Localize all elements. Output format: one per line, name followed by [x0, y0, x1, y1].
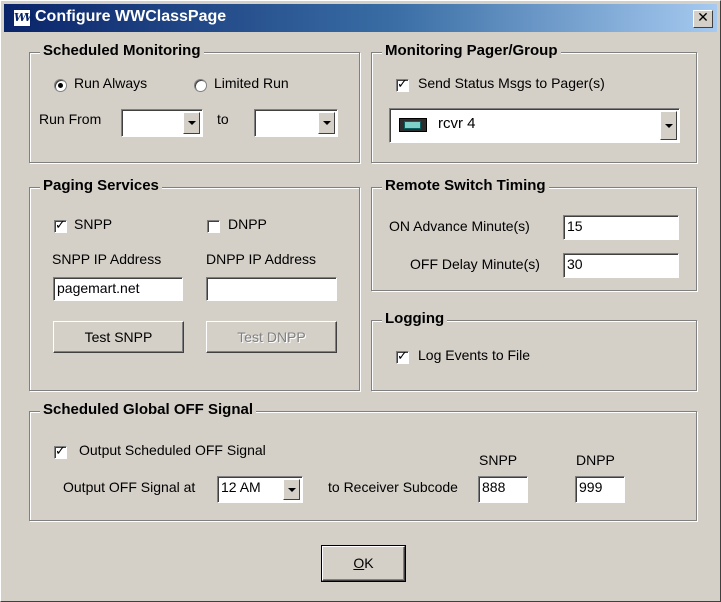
chevron-down-icon[interactable] — [183, 112, 200, 134]
pager-select[interactable]: rcvr 4 — [389, 108, 680, 143]
monitoring-pager-group: Monitoring Pager/Group Send Status Msgs … — [371, 42, 697, 163]
snpp-checkbox[interactable] — [54, 218, 67, 233]
paging-services-title: Paging Services — [40, 177, 162, 194]
logging-group: Logging Log Events to File — [371, 310, 697, 391]
close-button[interactable]: ✕ — [693, 10, 713, 28]
scheduled-monitoring-group: Scheduled Monitoring Run Always Limited … — [29, 42, 360, 163]
on-advance-label: ON Advance Minute(s) — [389, 218, 530, 234]
run-from-label: Run From — [39, 111, 102, 127]
snpp-ip-input[interactable]: pagemart.net — [53, 277, 183, 301]
dnpp-ip-label: DNPP IP Address — [206, 251, 316, 267]
title-bar[interactable]: WW Configure WWClassPage ✕ — [4, 4, 717, 32]
dnpp-checkbox[interactable] — [207, 220, 220, 233]
off-delay-label: OFF Delay Minute(s) — [410, 256, 540, 272]
pager-icon — [399, 118, 427, 132]
dnpp-subcode-header: DNPP — [576, 452, 615, 468]
chevron-down-icon[interactable] — [318, 112, 335, 134]
off-delay-input[interactable]: 30 — [563, 253, 679, 278]
run-to-select[interactable] — [254, 109, 338, 137]
monitoring-pager-title: Monitoring Pager/Group — [382, 42, 561, 59]
pager-value: rcvr 4 — [438, 115, 476, 132]
test-dnpp-button[interactable]: Test DNPP — [206, 321, 337, 353]
run-from-select[interactable] — [121, 109, 203, 137]
scheduled-monitoring-title: Scheduled Monitoring — [40, 42, 204, 59]
global-off-title: Scheduled Global OFF Signal — [40, 401, 257, 418]
chevron-down-icon[interactable] — [283, 479, 300, 500]
ok-label-rest: K — [364, 555, 374, 571]
logging-title: Logging — [382, 310, 448, 327]
window-title: Configure WWClassPage — [35, 8, 227, 25]
log-events-checkbox[interactable] — [396, 349, 409, 364]
app-icon: WW — [13, 9, 37, 27]
on-advance-input[interactable]: 15 — [563, 215, 679, 240]
send-status-label[interactable]: Send Status Msgs to Pager(s) — [418, 75, 605, 91]
to-label: to — [217, 111, 229, 127]
run-always-label[interactable]: Run Always — [74, 75, 147, 91]
to-receiver-label: to Receiver Subcode — [328, 479, 458, 495]
snpp-subcode-header: SNPP — [479, 452, 518, 468]
run-always-radio[interactable] — [54, 79, 67, 92]
limited-run-label[interactable]: Limited Run — [214, 75, 289, 91]
snpp-subcode-input[interactable]: 888 — [478, 476, 528, 503]
configure-dialog: WW Configure WWClassPage ✕ Scheduled Mon… — [0, 0, 721, 602]
dnpp-ip-input[interactable] — [206, 277, 337, 301]
remote-switch-title: Remote Switch Timing — [382, 177, 549, 194]
global-off-group: Scheduled Global OFF Signal Output Sched… — [29, 401, 697, 521]
output-at-select[interactable]: 12 AM — [217, 476, 303, 503]
dnpp-subcode-input[interactable]: 999 — [575, 476, 625, 503]
ok-button[interactable]: OK — [321, 545, 406, 582]
log-events-label[interactable]: Log Events to File — [418, 347, 530, 363]
test-snpp-button[interactable]: Test SNPP — [53, 321, 184, 353]
ok-mnemonic: O — [353, 555, 365, 571]
send-status-checkbox[interactable] — [396, 77, 409, 92]
output-at-label: Output OFF Signal at — [63, 479, 196, 495]
chevron-down-icon[interactable] — [660, 111, 677, 140]
output-scheduled-checkbox[interactable] — [54, 444, 67, 459]
paging-services-group: Paging Services SNPP DNPP SNPP IP Addres… — [29, 177, 360, 391]
dnpp-label[interactable]: DNPP — [228, 216, 267, 232]
limited-run-radio[interactable] — [194, 79, 207, 92]
snpp-label[interactable]: SNPP — [74, 216, 112, 232]
output-at-value: 12 AM — [221, 479, 261, 495]
output-scheduled-label[interactable]: Output Scheduled OFF Signal — [79, 442, 266, 458]
remote-switch-group: Remote Switch Timing ON Advance Minute(s… — [371, 177, 697, 291]
snpp-ip-label: SNPP IP Address — [52, 251, 162, 267]
